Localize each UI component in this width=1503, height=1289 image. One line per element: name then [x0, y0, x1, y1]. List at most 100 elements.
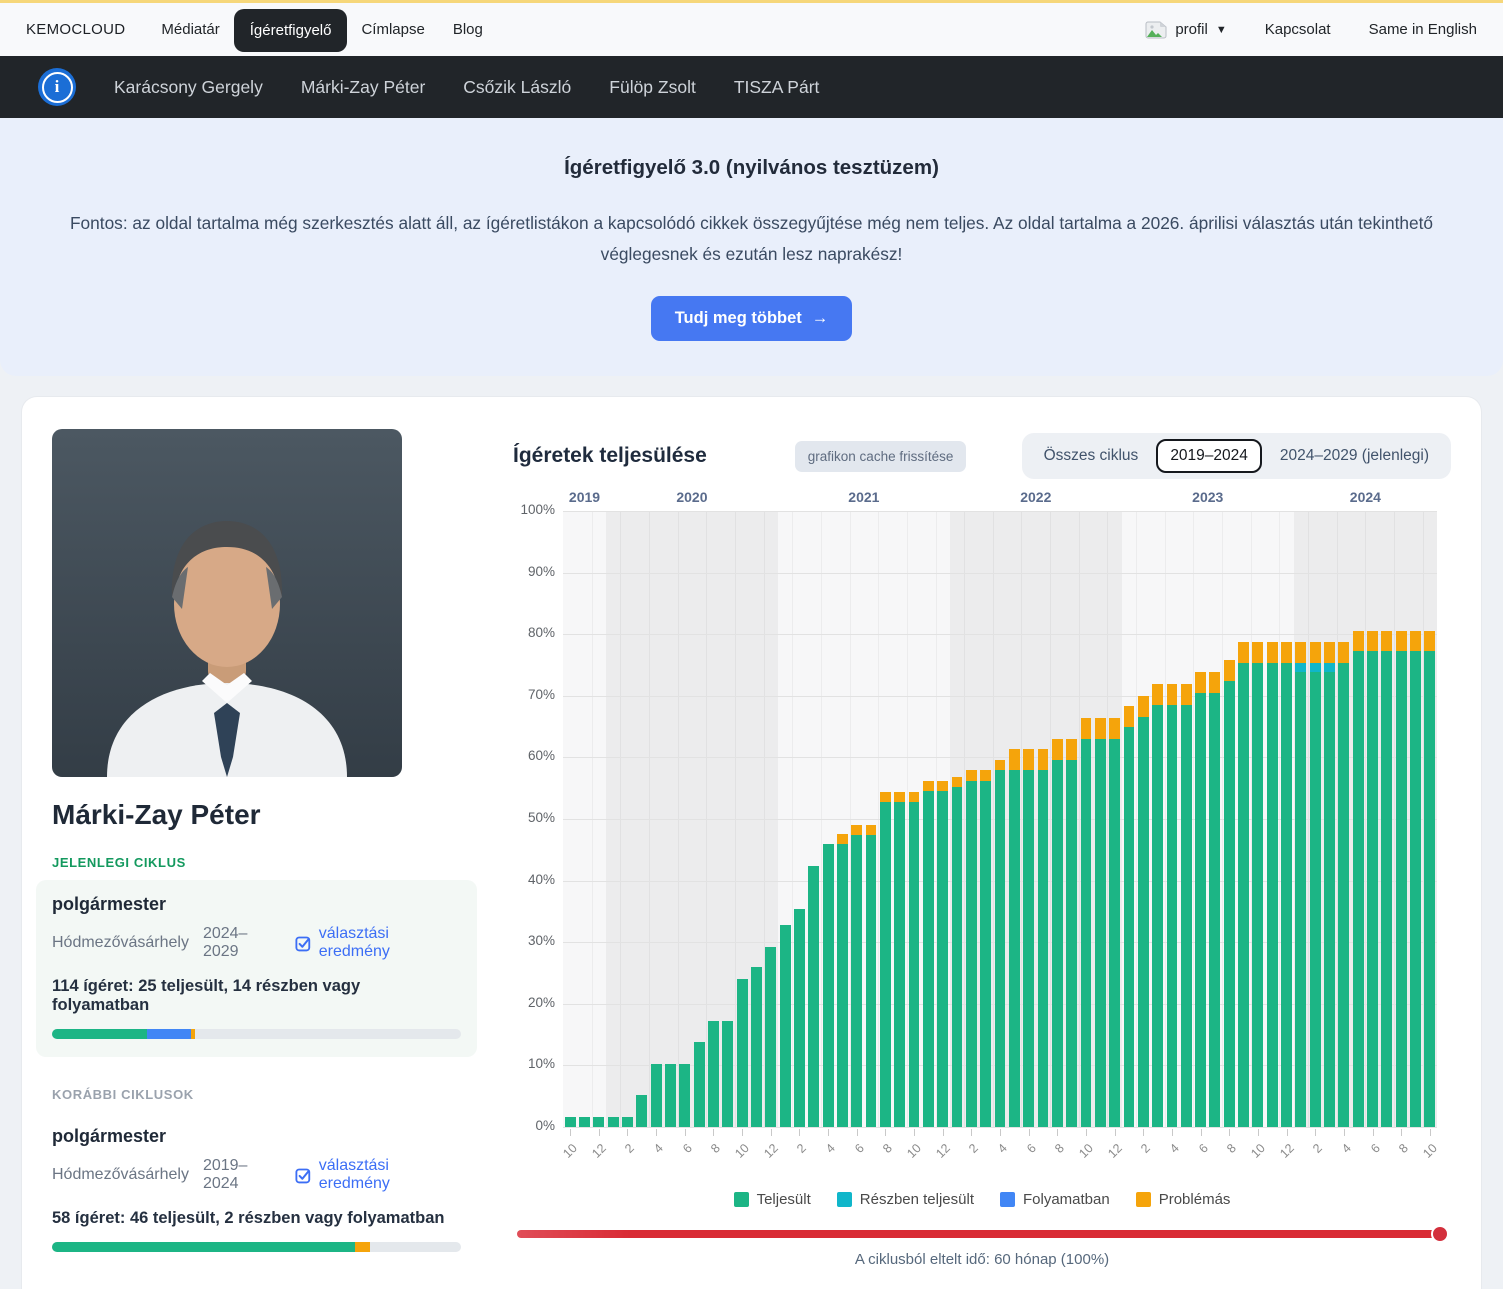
x-axis-label: 12 [921, 1141, 952, 1172]
previous-election-link-label: választási eredmény [319, 1157, 461, 1193]
bar-segment-orange [1224, 660, 1235, 681]
legend-swatch-orange [1136, 1192, 1151, 1207]
bar-segment-orange [1038, 749, 1049, 770]
progress-segment [355, 1242, 370, 1252]
bar-segment-green [980, 781, 991, 1127]
bar-segment-orange [1424, 631, 1435, 652]
y-axis-label: 50% [513, 810, 555, 825]
x-axis-label: 6 [1179, 1141, 1210, 1172]
cache-refresh-button[interactable]: grafikon cache frissítése [795, 441, 967, 472]
profile-photo [52, 429, 402, 777]
x-axis-label: 6 [664, 1141, 695, 1172]
subnav-item[interactable]: Fülöp Zsolt [609, 77, 696, 98]
bar-2022-05 [1007, 511, 1021, 1127]
bar-segment-orange [894, 792, 905, 802]
elapsed-time-slider[interactable] [517, 1230, 1447, 1238]
x-tick [1057, 1129, 1058, 1136]
bar-2024-08 [1394, 511, 1408, 1127]
learn-more-button[interactable]: Tudj meg többet → [651, 296, 853, 341]
year-label: 2023 [1192, 489, 1223, 505]
brand-logo[interactable]: KEMOCLOUD [26, 21, 125, 38]
cycle-toggle-selected[interactable]: 2019–2024 [1156, 439, 1262, 473]
bar-segment-green [565, 1117, 576, 1127]
bar-2024-09 [1408, 511, 1422, 1127]
profile-menu[interactable]: profil ▼ [1145, 21, 1226, 39]
x-tick [627, 1129, 628, 1136]
subnav-item[interactable]: Karácsony Gergely [114, 77, 263, 98]
x-tick [1344, 1129, 1345, 1136]
bar-2021-05 [835, 511, 849, 1127]
bar-segment-green [937, 791, 948, 1127]
topnav-item[interactable]: Címlapse [347, 11, 438, 48]
bar-segment-green [909, 802, 920, 1127]
bar-2019-12 [592, 511, 606, 1127]
bar-2023-11 [1265, 511, 1279, 1127]
topnav-item[interactable]: Blog [439, 11, 497, 48]
bars-layer [563, 511, 1437, 1127]
bar-segment-green [1238, 663, 1249, 1127]
chart: 201920202021202220232024 0%10%20%30%40%5… [513, 489, 1451, 1189]
x-tick [713, 1129, 714, 1136]
bar-2022-03 [979, 511, 993, 1127]
year-label: 2024 [1350, 489, 1381, 505]
profile-panel: Márki-Zay Péter JELENLEGI CIKLUS polgárm… [52, 429, 477, 1257]
bar-segment-green [1138, 717, 1149, 1127]
subnav-item[interactable]: Márki-Zay Péter [301, 77, 425, 98]
bar-segment-orange [909, 792, 920, 802]
year-label: 2019 [569, 489, 600, 505]
bar-segment-orange [1381, 631, 1392, 652]
topnav-item[interactable]: Ígéretfigyelő [234, 9, 348, 52]
language-link[interactable]: Same in English [1369, 21, 1477, 38]
x-tick [685, 1129, 686, 1136]
bar-segment-green [751, 967, 762, 1127]
previous-term: 2019–2024 [203, 1157, 281, 1193]
current-summary: 114 ígéret: 25 teljesült, 14 részben vag… [52, 977, 461, 1015]
bar-2020-08 [706, 511, 720, 1127]
bar-segment-cyan [1310, 663, 1321, 672]
contact-link[interactable]: Kapcsolat [1265, 21, 1331, 38]
bar-segment-orange [1396, 631, 1407, 652]
legend-item-orange: Problémás [1136, 1191, 1231, 1208]
bar-segment-green [665, 1064, 676, 1127]
bar-segment-orange [966, 770, 977, 780]
progress-segment [52, 1029, 147, 1039]
bar-segment-orange [837, 834, 848, 844]
bar-2021-03 [807, 511, 821, 1127]
current-election-link[interactable]: választási eredmény [295, 925, 461, 961]
bar-segment-orange [1181, 684, 1192, 705]
bar-segment-orange [1281, 642, 1292, 663]
legend-swatch-green [734, 1192, 749, 1207]
banner-body: Fontos: az oldal tartalma még szerkeszté… [52, 208, 1452, 270]
x-axis-label: 4 [1323, 1141, 1354, 1172]
bar-segment-green [593, 1117, 604, 1127]
x-axis-label: 12 [1093, 1141, 1124, 1172]
bar-2024-05 [1351, 511, 1365, 1127]
bar-2023-12 [1279, 511, 1293, 1127]
bar-segment-green [1381, 651, 1392, 1127]
bar-2024-07 [1380, 511, 1394, 1127]
bar-segment-green [1353, 651, 1364, 1127]
x-tick [1201, 1129, 1202, 1136]
subnav-item[interactable]: TISZA Párt [734, 77, 820, 98]
bar-2024-06 [1365, 511, 1379, 1127]
x-axis-label: 4 [979, 1141, 1010, 1172]
slider-knob[interactable] [1431, 1225, 1449, 1243]
bar-segment-orange [1195, 672, 1206, 693]
info-icon[interactable]: i [38, 68, 76, 106]
legend-label: Teljesült [757, 1191, 811, 1208]
legend-label: Problémás [1159, 1191, 1231, 1208]
bar-2020-06 [678, 511, 692, 1127]
x-tick [1115, 1129, 1116, 1136]
subnav-item[interactable]: Csőzik László [463, 77, 571, 98]
cycle-toggle[interactable]: 2024–2029 (jelenlegi) [1266, 439, 1443, 473]
previous-election-link[interactable]: választási eredmény [295, 1157, 461, 1193]
progress-segment [147, 1029, 190, 1039]
bar-2020-02 [620, 511, 634, 1127]
topnav-item[interactable]: Médiatár [147, 11, 233, 48]
bar-segment-orange [1009, 749, 1020, 770]
x-axis-label: 2 [1122, 1141, 1153, 1172]
cycle-toggle[interactable]: Összes ciklus [1030, 439, 1153, 473]
bar-2020-01 [606, 511, 620, 1127]
bar-segment-green [1066, 760, 1077, 1127]
bar-2022-09 [1064, 511, 1078, 1127]
